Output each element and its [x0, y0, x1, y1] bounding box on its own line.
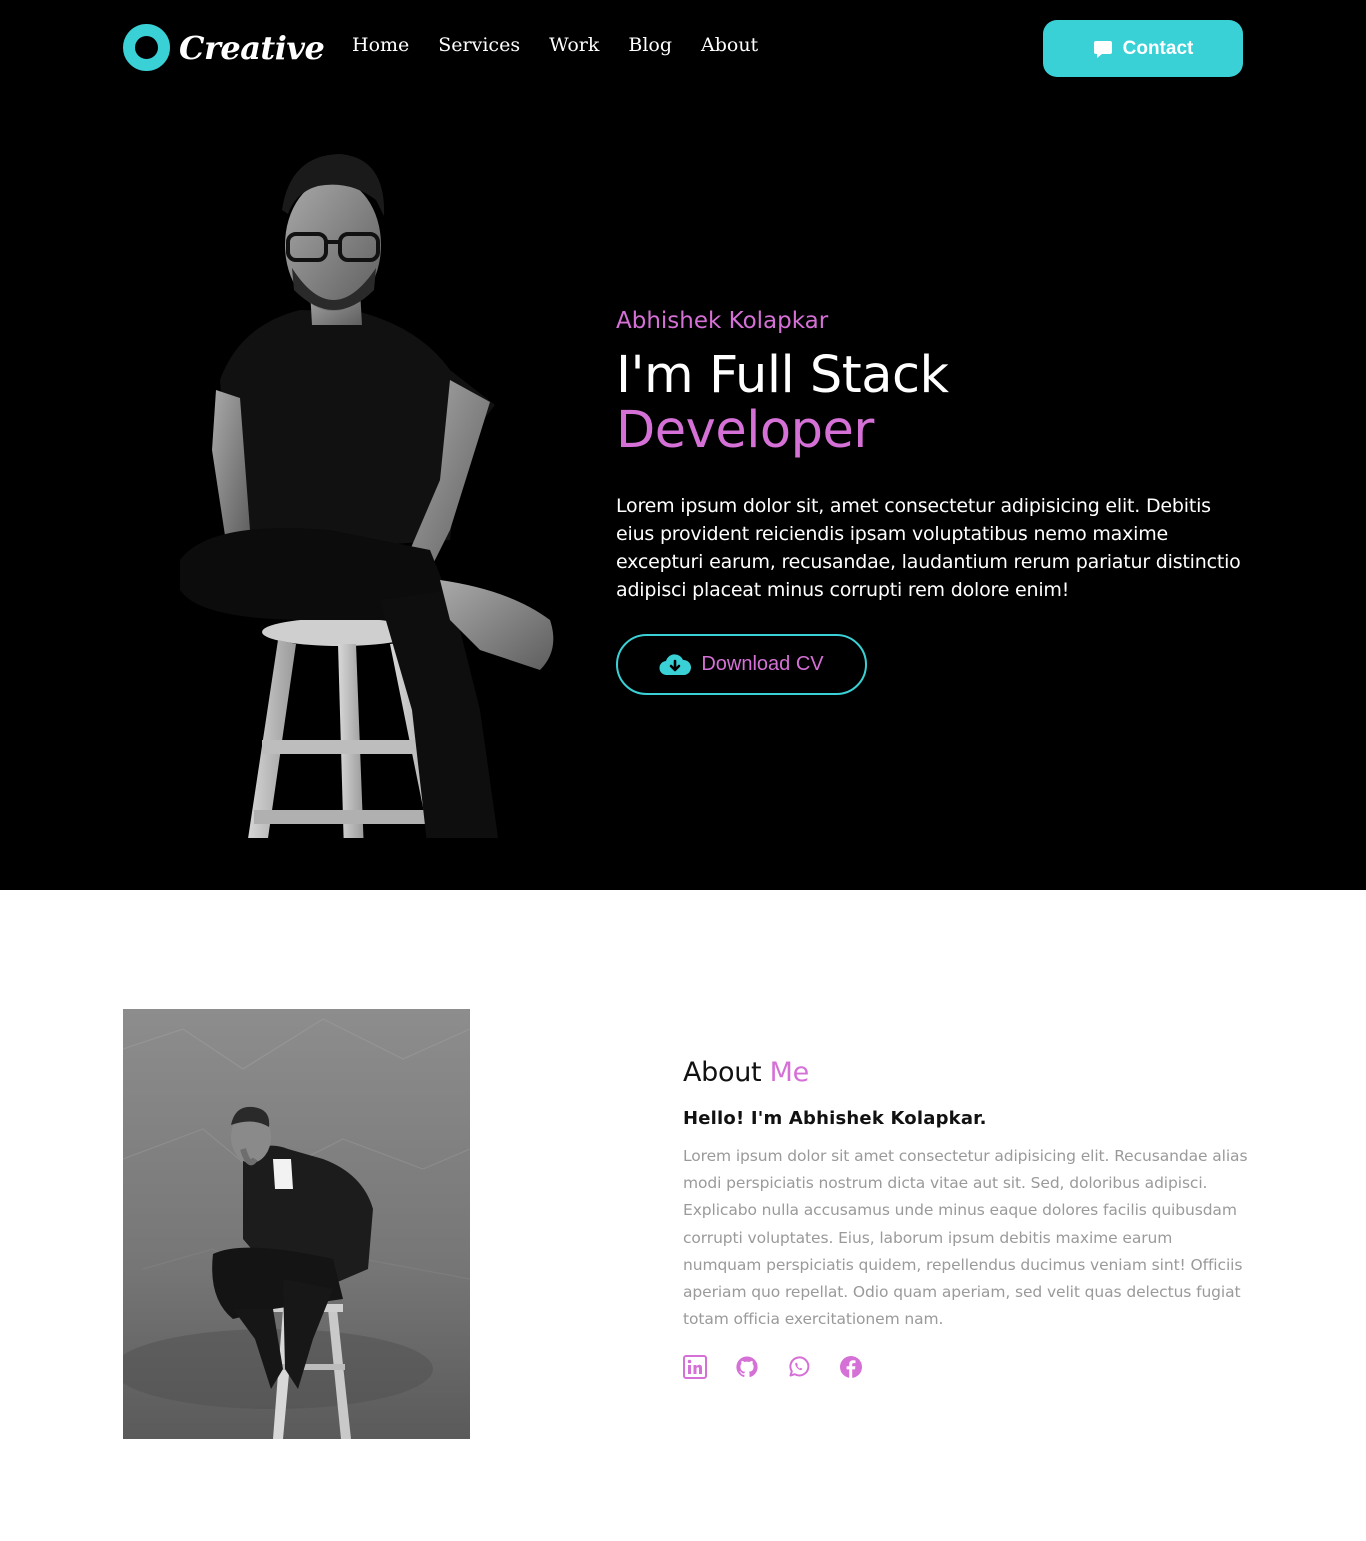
chat-bubble-icon	[1093, 40, 1112, 58]
top-navbar: Creative Home Services Work Blog About C…	[0, 0, 1366, 100]
download-cv-button[interactable]: Download CV	[616, 634, 867, 695]
linkedin-link[interactable]	[683, 1355, 707, 1380]
hero-title-line2: Developer	[616, 401, 874, 460]
hero-title-line1: I'm Full Stack	[616, 346, 949, 405]
about-heading-plain: About	[683, 1057, 762, 1088]
social-links	[683, 1355, 1253, 1380]
about-heading: About Me	[683, 1057, 1253, 1088]
hero-name: Abhishek Kolapkar	[616, 308, 829, 334]
nav-link-blog[interactable]: Blog	[628, 34, 672, 56]
hero-title: I'm Full Stack Developer	[616, 348, 1256, 458]
cloud-download-icon	[659, 653, 692, 675]
nav-link-about[interactable]: About	[701, 34, 758, 56]
github-link[interactable]	[735, 1355, 759, 1379]
about-greeting: Hello! I'm Abhishek Kolapkar.	[683, 1108, 987, 1129]
facebook-icon	[840, 1356, 862, 1379]
hero-wave-divider	[0, 838, 1366, 884]
contact-button-label: Contact	[1122, 37, 1194, 59]
linkedin-icon	[683, 1355, 707, 1380]
brand-name: Creative	[179, 28, 325, 67]
download-cv-label: Download CV	[701, 653, 824, 675]
facebook-link[interactable]	[839, 1355, 863, 1379]
hero-text-block: Abhishek Kolapkar I'm Full Stack Develop…	[616, 308, 1256, 695]
about-text-block: About Me Hello! I'm Abhishek Kolapkar. L…	[683, 1057, 1253, 1380]
nav-link-work[interactable]: Work	[549, 34, 599, 56]
hero-section: Creative Home Services Work Blog About C…	[0, 0, 1366, 890]
brand-logo[interactable]: Creative	[123, 24, 325, 71]
about-heading-accent: Me	[769, 1057, 810, 1088]
nav-link-home[interactable]: Home	[352, 34, 409, 56]
github-icon	[736, 1356, 758, 1378]
nav-links: Home Services Work Blog About	[352, 34, 758, 56]
logo-ring-icon	[123, 24, 170, 71]
whatsapp-link[interactable]	[787, 1355, 811, 1379]
about-description: Lorem ipsum dolor sit amet consectetur a…	[683, 1147, 1248, 1329]
hero-portrait-image	[180, 154, 554, 852]
contact-button[interactable]: Contact	[1043, 20, 1243, 77]
nav-link-services[interactable]: Services	[438, 34, 520, 56]
hero-description: Lorem ipsum dolor sit, amet consectetur …	[616, 495, 1241, 601]
whatsapp-icon	[789, 1356, 810, 1377]
about-portrait-image	[123, 1009, 470, 1439]
